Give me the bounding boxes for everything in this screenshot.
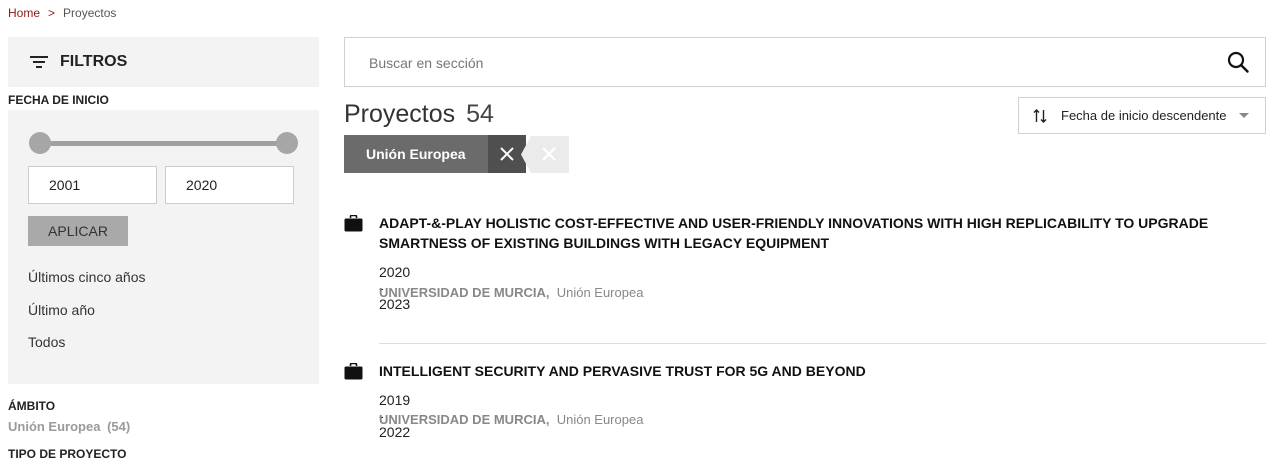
page-title-text: Proyectos xyxy=(344,100,456,128)
ambito-option-count: (54) xyxy=(107,419,131,434)
search-input[interactable] xyxy=(369,52,1209,74)
chevron-down-icon xyxy=(1238,113,1249,118)
project-organization: UNIVERSIDAD DE MURCIA, Unión Europea xyxy=(379,412,643,427)
active-filter-chip: Unión Europea xyxy=(344,135,526,173)
end-year-input[interactable] xyxy=(165,166,294,204)
clear-all-filters-button[interactable] xyxy=(521,136,569,173)
results-count: 54 xyxy=(466,100,494,128)
remove-filter-button[interactable] xyxy=(487,135,526,173)
filters-title: FILTROS xyxy=(60,53,128,70)
active-filter-label: Unión Europea xyxy=(344,135,488,173)
section-search xyxy=(344,37,1266,87)
sort-label: Fecha de inicio descendente xyxy=(1061,108,1227,123)
project-scope: Unión Europea xyxy=(556,285,644,300)
project-type-filter-label: TIPO DE PROYECTO xyxy=(8,447,127,459)
project-title-link[interactable]: INTELLIGENT SECURITY AND PERVASIVE TRUST… xyxy=(379,361,1259,381)
last-year-link[interactable]: Último año xyxy=(28,302,95,318)
date-filter-label: FECHA DE INICIO xyxy=(8,93,109,107)
project-organization: UNIVERSIDAD DE MURCIA, Unión Europea xyxy=(379,285,643,300)
results-divider xyxy=(379,343,1266,344)
year-range-track[interactable] xyxy=(40,141,287,146)
breadcrumb: Home > Proyectos xyxy=(8,6,116,20)
ambito-option-label: Unión Europea xyxy=(8,419,101,434)
start-year-input[interactable] xyxy=(28,166,157,204)
filter-icon xyxy=(30,56,48,68)
year-range-start-handle[interactable] xyxy=(29,132,51,154)
search-icon[interactable] xyxy=(1227,51,1249,73)
sort-dropdown[interactable]: Fecha de inicio descendente xyxy=(1018,97,1266,134)
last-five-years-link[interactable]: Últimos cinco años xyxy=(28,269,146,285)
ambito-option-union-europea[interactable]: Unión Europea (54) xyxy=(8,419,130,434)
date-filter-panel: APLICAR Últimos cinco años Último año To… xyxy=(8,110,319,384)
sort-icon xyxy=(1033,108,1047,123)
project-scope: Unión Europea xyxy=(556,412,644,427)
all-years-link[interactable]: Todos xyxy=(28,334,65,350)
page-title: Proyectos 54 xyxy=(344,100,494,129)
briefcase-icon xyxy=(344,215,363,232)
ambito-filter-label: ÁMBITO xyxy=(8,399,56,413)
year-range-end-handle[interactable] xyxy=(276,132,298,154)
briefcase-icon xyxy=(344,363,363,380)
breadcrumb-home-link[interactable]: Home xyxy=(8,6,40,20)
filters-toggle[interactable]: FILTROS xyxy=(8,37,319,87)
project-org-name: UNIVERSIDAD DE MURCIA, xyxy=(379,412,550,427)
breadcrumb-separator: > xyxy=(48,6,56,20)
project-org-name: UNIVERSIDAD DE MURCIA, xyxy=(379,285,550,300)
breadcrumb-current: Proyectos xyxy=(63,6,117,20)
close-icon xyxy=(499,147,514,161)
apply-button[interactable]: APLICAR xyxy=(28,216,128,246)
project-title-link[interactable]: ADAPT-&-PLAY HOLISTIC COST-EFFECTIVE AND… xyxy=(379,213,1259,253)
